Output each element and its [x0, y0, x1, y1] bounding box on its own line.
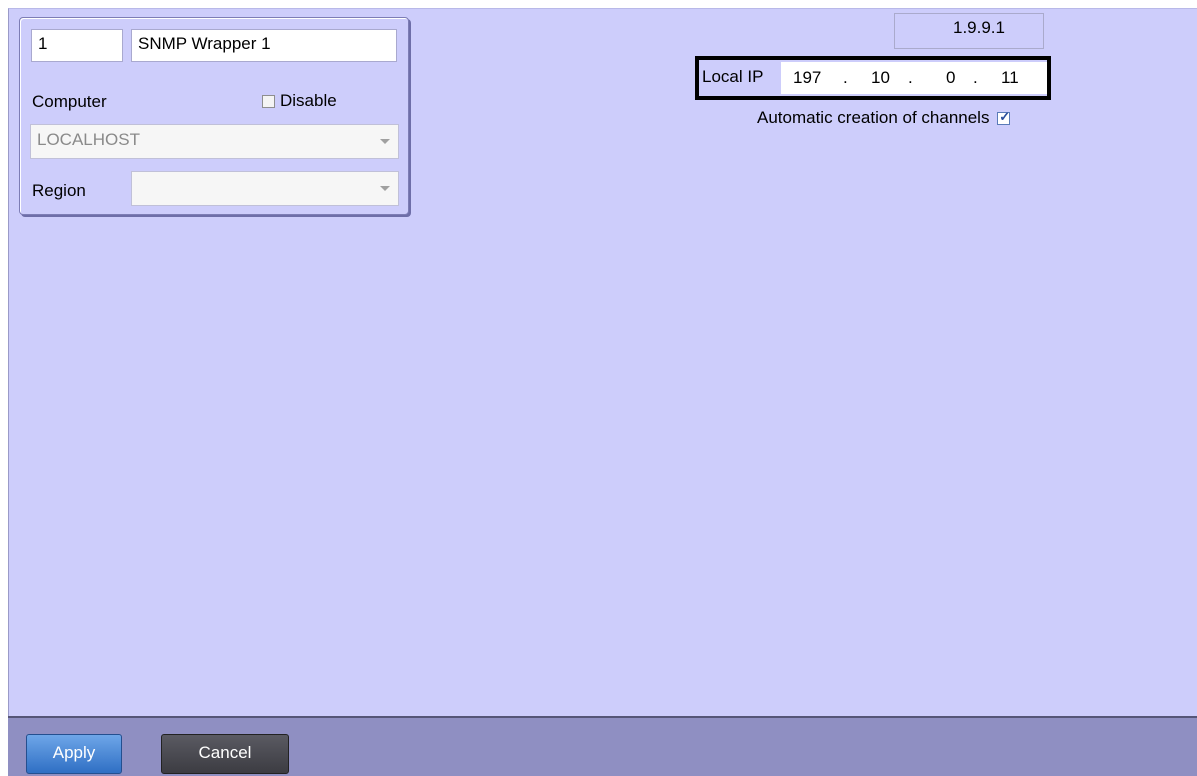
computer-label: Computer: [32, 92, 107, 111]
auto-channels-label[interactable]: Automatic creation of channels: [757, 108, 989, 127]
region-label: Region: [32, 181, 86, 200]
settings-panel: 1 SNMP Wrapper 1 Computer Disable LOCALH…: [8, 8, 1197, 775]
auto-channels-row: Automatic creation of channels ✓: [757, 107, 1011, 129]
object-id-field[interactable]: 1: [31, 29, 123, 62]
object-properties-group: 1 SNMP Wrapper 1 Computer Disable LOCALH…: [19, 17, 409, 215]
ip-octet-1[interactable]: 197: [793, 62, 821, 94]
local-ip-input[interactable]: 197 . 10 . 0 . 11: [781, 62, 1047, 94]
ip-dot: .: [908, 68, 913, 87]
region-select[interactable]: [131, 171, 399, 206]
computer-select-value: LOCALHOST: [37, 130, 140, 149]
auto-channels-checkbox[interactable]: ✓: [997, 109, 1011, 125]
version-field: 1.9.9.1: [894, 13, 1044, 49]
ip-dot: .: [843, 68, 848, 87]
chevron-down-icon[interactable]: [380, 186, 390, 191]
chevron-down-icon[interactable]: [380, 139, 390, 144]
cancel-button[interactable]: Cancel: [161, 734, 289, 774]
disable-label[interactable]: Disable: [280, 90, 337, 112]
computer-select[interactable]: LOCALHOST: [30, 124, 399, 159]
object-name-field[interactable]: SNMP Wrapper 1: [131, 29, 397, 62]
local-ip-group: Local IP 197 . 10 . 0 . 11: [695, 56, 1051, 100]
ip-dot: .: [973, 68, 978, 87]
ip-octet-3[interactable]: 0: [946, 62, 955, 94]
ip-octet-4[interactable]: 11: [1001, 62, 1019, 94]
disable-checkbox[interactable]: [262, 95, 275, 108]
local-ip-label: Local IP: [702, 67, 764, 86]
footer-bar: Apply Cancel: [8, 716, 1197, 776]
ip-octet-2[interactable]: 10: [871, 62, 890, 94]
check-icon: ✓: [999, 109, 1011, 124]
apply-button[interactable]: Apply: [26, 734, 122, 774]
